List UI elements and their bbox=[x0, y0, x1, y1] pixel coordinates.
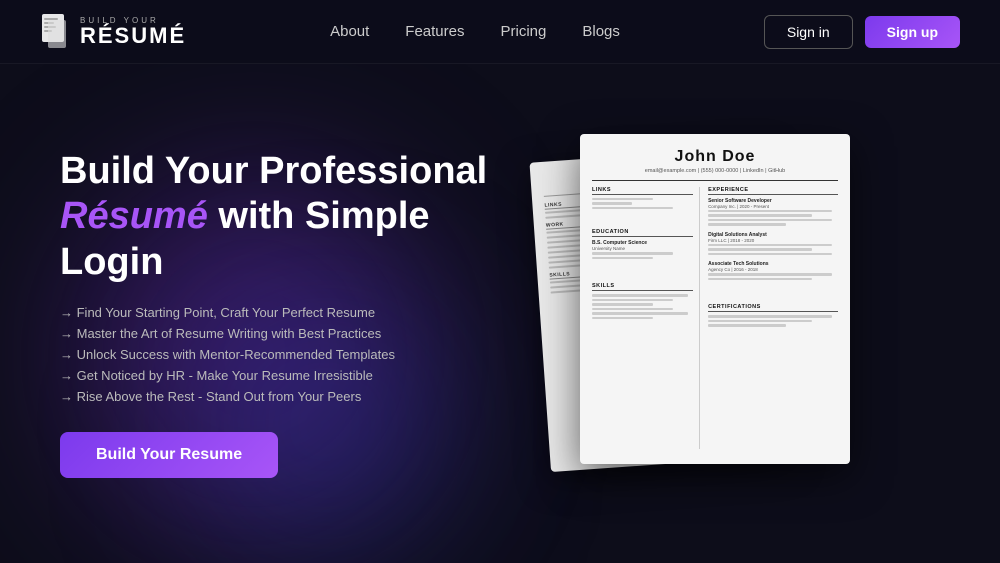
resume-front-name: John Doe bbox=[592, 148, 838, 166]
nav-link-about[interactable]: About bbox=[330, 23, 369, 40]
logo-text: BUILD YOUR RÉSUMÉ bbox=[80, 17, 186, 47]
resume-front-header: John Doe email@example.com | (555) 000-0… bbox=[592, 148, 838, 181]
col-right-entry-1: Senior Software Developer Company Inc. |… bbox=[708, 198, 838, 226]
col-left-section-1: LINKS bbox=[592, 187, 693, 195]
hero-bullets: → Find Your Starting Point, Craft Your P… bbox=[60, 305, 500, 404]
signup-button[interactable]: Sign up bbox=[865, 16, 960, 48]
nav-item-blogs[interactable]: Blogs bbox=[582, 23, 620, 41]
logo-icon bbox=[40, 14, 72, 50]
hero-title-highlight: Résumé bbox=[60, 195, 208, 237]
nav-links: About Features Pricing Blogs bbox=[330, 23, 620, 41]
bullet-5-text: → Rise Above the Rest - Stand Out from Y… bbox=[60, 389, 361, 404]
hero-title-line1: Build Your Professional bbox=[60, 150, 487, 192]
nav-link-blogs[interactable]: Blogs bbox=[582, 23, 620, 40]
nav-item-pricing[interactable]: Pricing bbox=[501, 23, 547, 41]
cta-button[interactable]: Build Your Resume bbox=[60, 432, 278, 478]
resume-card-front: John Doe email@example.com | (555) 000-0… bbox=[580, 134, 850, 464]
resume-cols: LINKS EDUCATION B.S. Computer Science Un… bbox=[592, 187, 838, 449]
hero-left: Build Your Professional Résumé with Simp… bbox=[60, 149, 500, 479]
bullet-4: → Get Noticed by HR - Make Your Resume I… bbox=[60, 368, 500, 383]
bullet-2-text: → Master the Art of Resume Writing with … bbox=[60, 326, 381, 341]
bullet-3-text: → Unlock Success with Mentor-Recommended… bbox=[60, 347, 395, 362]
hero-title-line2: with Simple bbox=[208, 195, 430, 237]
bullet-1-text: → Find Your Starting Point, Craft Your P… bbox=[60, 305, 375, 320]
resume-container: John Doe LINKS WORK SKILLS bbox=[530, 124, 910, 504]
nav-item-about[interactable]: About bbox=[330, 23, 369, 41]
logo-big-text: RÉSUMÉ bbox=[80, 25, 186, 47]
nav-link-features[interactable]: Features bbox=[405, 23, 464, 40]
signin-button[interactable]: Sign in bbox=[764, 15, 853, 49]
bullet-3: → Unlock Success with Mentor-Recommended… bbox=[60, 347, 500, 362]
resume-front-contact: email@example.com | (555) 000-0000 | Lin… bbox=[592, 168, 838, 174]
bullet-5: → Rise Above the Rest - Stand Out from Y… bbox=[60, 389, 500, 404]
hero-right: John Doe LINKS WORK SKILLS bbox=[500, 64, 940, 563]
navbar: BUILD YOUR RÉSUMÉ About Features Pricing… bbox=[0, 0, 1000, 64]
resume-col-left: LINKS EDUCATION B.S. Computer Science Un… bbox=[592, 187, 700, 449]
col-right-entry-2: Digital Solutions Analyst Firm LLC | 201… bbox=[708, 232, 838, 256]
nav-actions: Sign in Sign up bbox=[764, 15, 960, 49]
hero-title: Build Your Professional Résumé with Simp… bbox=[60, 149, 500, 286]
hero-title-line3: Login bbox=[60, 241, 163, 283]
nav-item-features[interactable]: Features bbox=[405, 23, 464, 41]
col-right-section-1: EXPERIENCE bbox=[708, 187, 838, 195]
logo[interactable]: BUILD YOUR RÉSUMÉ bbox=[40, 14, 186, 50]
main-content: Build Your Professional Résumé with Simp… bbox=[0, 64, 1000, 563]
col-left-section-3: SKILLS bbox=[592, 283, 693, 291]
nav-link-pricing[interactable]: Pricing bbox=[501, 23, 547, 40]
col-left-section-2: EDUCATION bbox=[592, 229, 693, 237]
bullet-4-text: → Get Noticed by HR - Make Your Resume I… bbox=[60, 368, 373, 383]
col-right-section-2: CERTIFICATIONS bbox=[708, 304, 838, 312]
resume-col-right: EXPERIENCE Senior Software Developer Com… bbox=[706, 187, 838, 449]
bullet-2: → Master the Art of Resume Writing with … bbox=[60, 326, 500, 341]
bullet-1: → Find Your Starting Point, Craft Your P… bbox=[60, 305, 500, 320]
col-left-entry-1: B.S. Computer Science University Name bbox=[592, 240, 693, 259]
col-right-entry-3: Associate Tech Solutions Agency Co | 201… bbox=[708, 261, 838, 280]
